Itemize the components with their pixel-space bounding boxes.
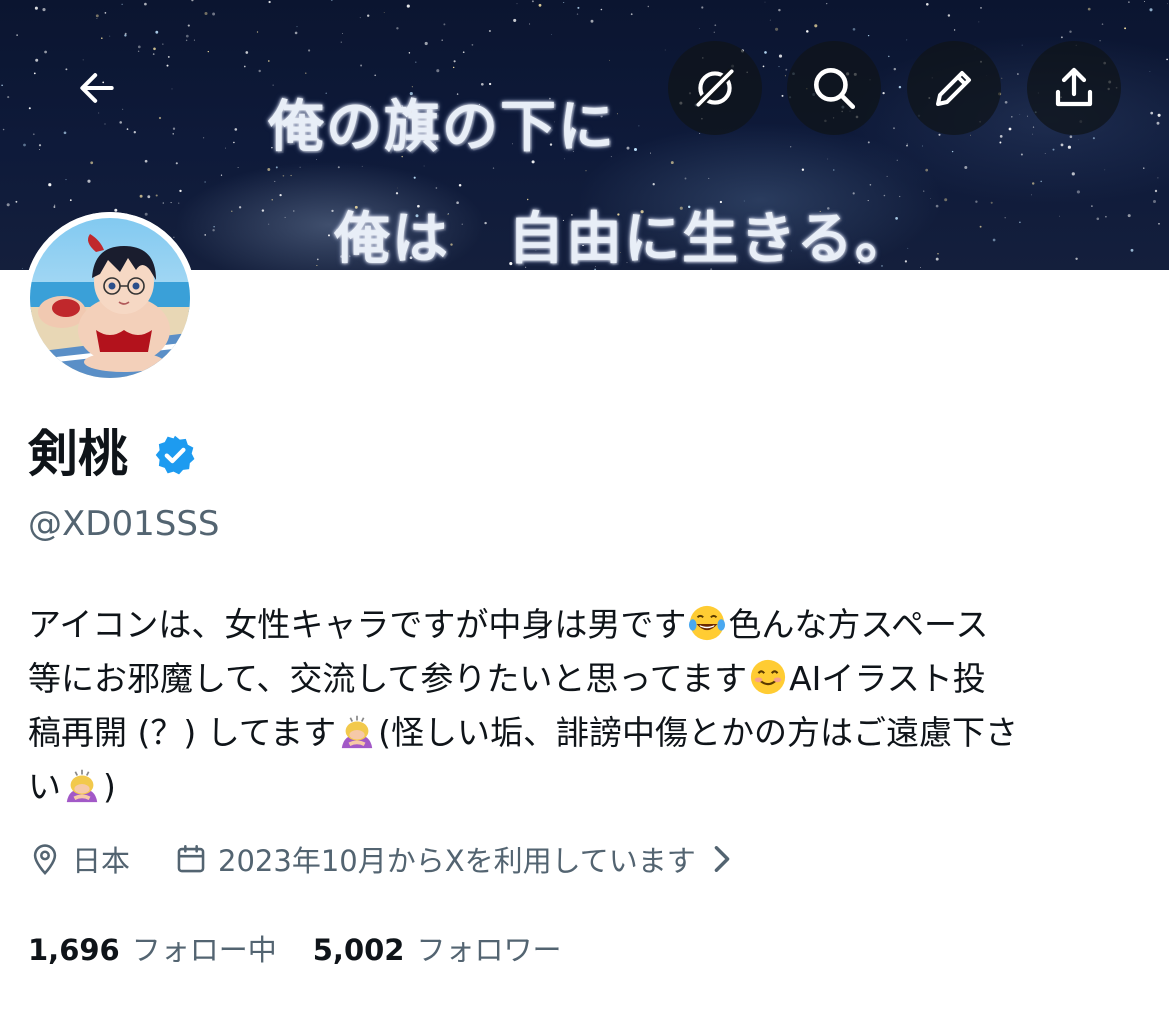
share-button[interactable] xyxy=(1027,41,1121,135)
bio-line: 稿再開 (？) してます (怪しい垢、誹謗中傷とかの方はご遠慮下さ xyxy=(28,706,1138,760)
grok-icon xyxy=(695,68,735,108)
person-bowing-emoji-icon xyxy=(66,769,98,803)
verified-badge-icon[interactable] xyxy=(153,433,197,477)
bio-text: い xyxy=(28,767,61,806)
profile-meta: 日本 2023年10月からXを利用しています xyxy=(28,836,734,882)
edit-pencil-icon xyxy=(936,71,971,106)
profile-banner[interactable]: 俺の旗の下に 俺は 自由に生きる。 xyxy=(0,0,1169,270)
person-bowing-emoji-icon xyxy=(341,715,373,749)
back-arrow-icon xyxy=(80,73,114,103)
following-link[interactable]: 1,696 フォロー中 xyxy=(28,927,277,969)
bio-text: 稿再開 (？) してます xyxy=(28,713,337,752)
smiling-face-emoji-icon xyxy=(750,659,786,695)
profile-page: 俺の旗の下に 俺は 自由に生きる。 剣桃 @XD01SSS アイコンは、女性キャ… xyxy=(0,0,1169,1011)
bio-text: アイコンは、女性キャラですが中身は男です xyxy=(28,605,687,644)
search-icon xyxy=(814,68,856,110)
share-icon xyxy=(1055,67,1093,107)
bio-text: 色んな方スペース xyxy=(728,605,989,644)
followers-count: 5,002 xyxy=(312,933,405,967)
joined-date-link[interactable]: 2023年10月からXを利用しています xyxy=(218,838,696,880)
following-count: 1,696 xyxy=(28,933,120,967)
location-text: 日本 xyxy=(72,844,131,878)
username-handle: @XD01SSS xyxy=(28,504,220,544)
calendar-icon xyxy=(174,842,208,876)
profile-bio: アイコンは、女性キャラですが中身は男です 色んな方スペース 等にお邪魔して、交流… xyxy=(28,598,1138,814)
bio-text: (怪しい垢、誹謗中傷とかの方はご遠慮下さ xyxy=(378,713,1018,752)
location-pin-icon xyxy=(28,842,62,876)
grok-button[interactable] xyxy=(668,41,762,135)
banner-text-line1: 俺の旗の下に xyxy=(268,95,616,160)
chevron-right-icon[interactable] xyxy=(710,844,734,874)
follow-stats: 1,696 フォロー中 5,002 フォロワー xyxy=(28,925,562,971)
display-name: 剣桃 xyxy=(28,425,128,483)
avatar-illustration xyxy=(24,212,196,384)
bio-text: AIイラスト投 xyxy=(789,659,986,698)
back-button[interactable] xyxy=(50,41,144,135)
banner-text-line2: 俺は 自由に生きる。 xyxy=(334,207,913,270)
bio-line: アイコンは、女性キャラですが中身は男です 色んな方スペース xyxy=(28,598,1138,652)
bio-line: 等にお邪魔して、交流して参りたいと思ってます AIイラスト投 xyxy=(28,652,1138,706)
followers-label: フォロワー xyxy=(416,933,562,967)
bio-text: ) xyxy=(103,767,116,806)
edit-button[interactable] xyxy=(907,41,1001,135)
tears-of-joy-emoji-icon xyxy=(689,605,726,641)
following-label: フォロー中 xyxy=(131,933,277,967)
search-button[interactable] xyxy=(787,41,881,135)
bio-line: い ) xyxy=(28,760,1138,814)
avatar[interactable] xyxy=(24,212,196,384)
followers-link[interactable]: 5,002 フォロワー xyxy=(313,927,562,969)
bio-text: 等にお邪魔して、交流して参りたいと思ってます xyxy=(28,659,748,698)
